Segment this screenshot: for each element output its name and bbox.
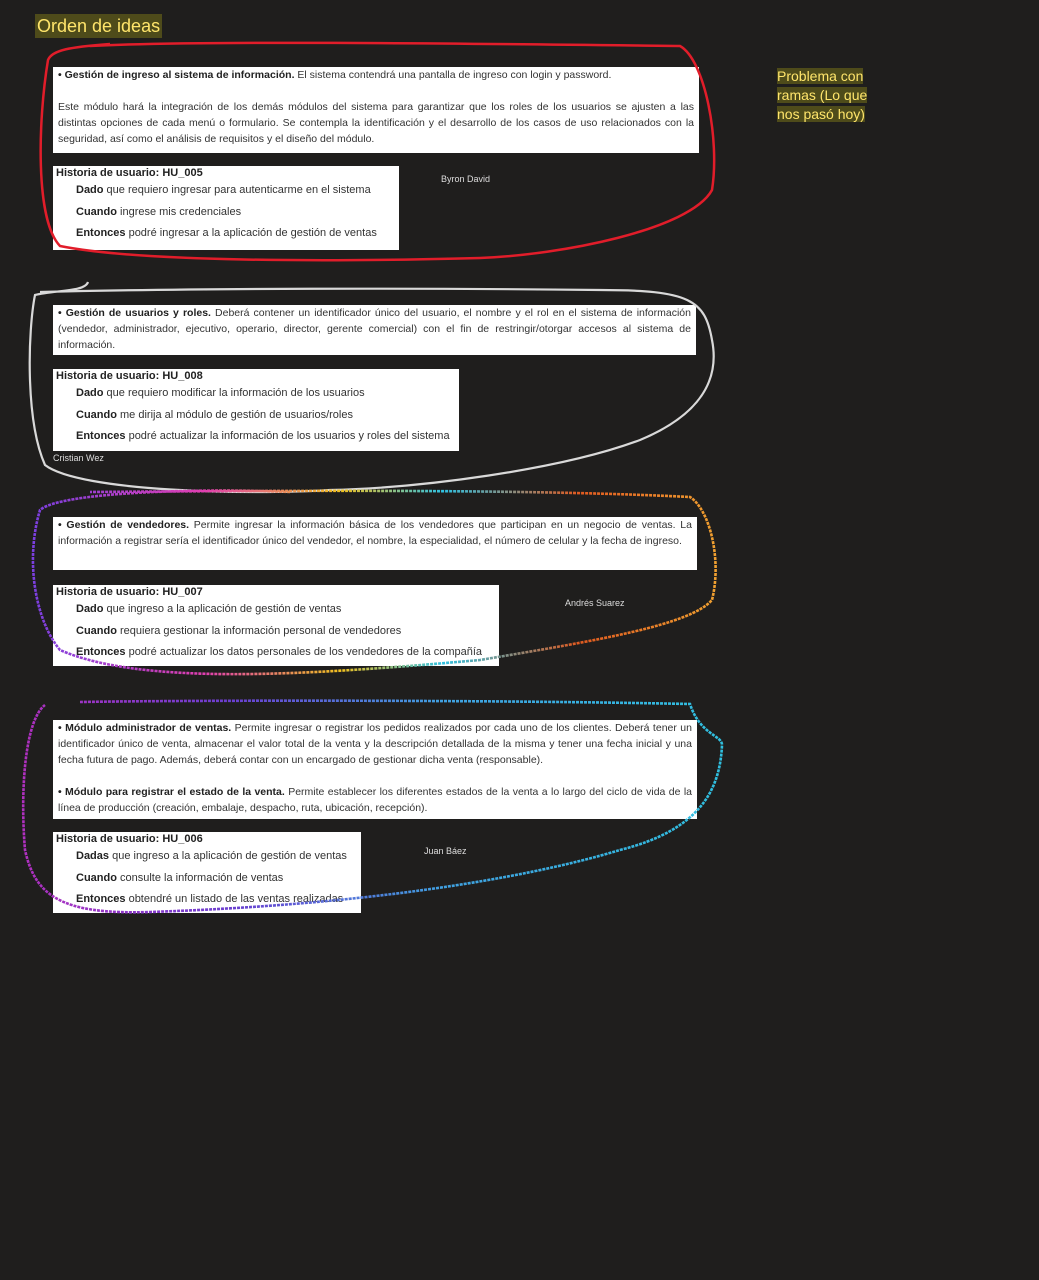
white-circle: [28, 281, 715, 494]
rainbow-purple-circle: [21, 699, 724, 914]
red-circle: [39, 41, 716, 262]
rainbow-circle: [31, 489, 717, 676]
annotation-circles: [21, 41, 724, 914]
